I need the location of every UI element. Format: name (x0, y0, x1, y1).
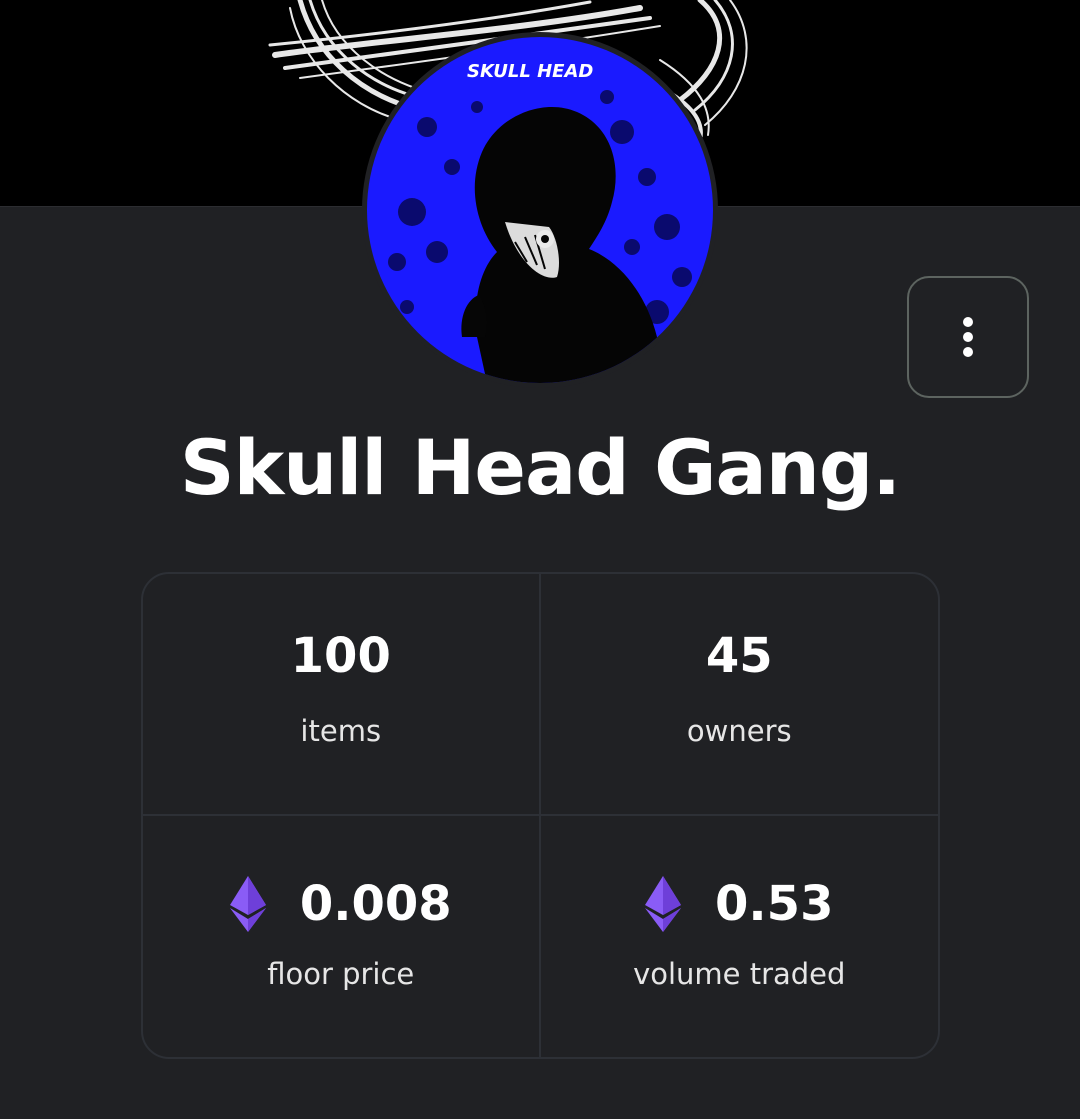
stat-owners: 45 owners (540, 574, 938, 816)
more-options-button[interactable] (907, 276, 1029, 398)
stat-items-value: 100 (290, 628, 391, 684)
stat-volume-traded-value: 0.53 (715, 876, 834, 932)
collection-avatar: SKULL HEAD (362, 32, 718, 388)
ethereum-icon (645, 876, 682, 932)
skull-silhouette-artwork: SKULL HEAD (367, 37, 713, 383)
stat-items: 100 items (143, 574, 541, 816)
stats-grid: 100 items 45 owners 0.008 floor price 0.… (141, 572, 940, 1059)
ethereum-icon (229, 876, 266, 932)
stat-floor-price-value: 0.008 (299, 876, 452, 932)
stat-floor-price-label: floor price (267, 957, 415, 991)
stat-volume-traded-label: volume traded (633, 957, 846, 991)
stat-items-label: items (300, 714, 382, 748)
collection-title: Skull Head Gang. (179, 423, 901, 512)
stat-volume-traded: 0.53 volume traded (541, 816, 939, 1057)
stat-owners-value: 45 (705, 628, 773, 684)
avatar-image: SKULL HEAD (367, 37, 713, 383)
avatar-caption: SKULL HEAD (467, 61, 593, 82)
stat-owners-label: owners (686, 714, 792, 748)
more-vertical-icon (963, 317, 973, 357)
stat-floor-price: 0.008 floor price (143, 816, 541, 1057)
